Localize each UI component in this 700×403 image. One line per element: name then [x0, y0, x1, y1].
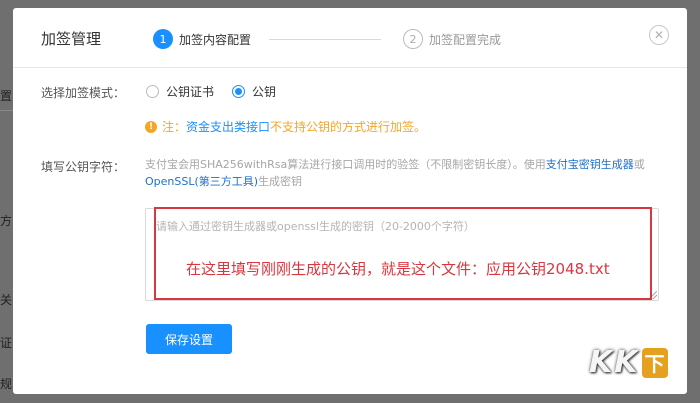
radio-label: 公钥 [252, 85, 277, 99]
exclamation-icon: ! [145, 120, 157, 133]
openssl-link[interactable]: OpenSSL(第三方工具) [145, 175, 258, 188]
step-connector [269, 39, 381, 40]
background-fragment: 规 [0, 377, 13, 391]
watermark-badge: 下 [641, 347, 668, 378]
watermark-letter: K [614, 345, 638, 380]
step-label: 加签配置完成 [429, 32, 502, 47]
radio-public-key[interactable]: 公钥 [232, 83, 276, 100]
close-icon[interactable]: ✕ [649, 25, 669, 45]
radio-public-key-certificate[interactable]: 公钥证书 [146, 83, 214, 100]
radio-circle-icon [146, 85, 159, 98]
step-content-config: 1 加签内容配置 [153, 29, 251, 49]
step-config-complete: 2 加签配置完成 [403, 29, 501, 49]
radio-label: 公钥证书 [166, 85, 215, 99]
step-label: 加签内容配置 [179, 32, 252, 47]
mode-label: 选择加签模式： [41, 86, 126, 100]
site-watermark: K K 下 [589, 345, 668, 380]
signing-management-dialog: 加签管理 1 加签内容配置 2 加签配置完成 ✕ 选择加签模式： 公钥证书 公钥… [13, 8, 687, 394]
background-divider [0, 110, 14, 111]
description-text: 支付宝会用SHA256withRsa算法进行接口调用时的验签（不限制密钥长度）。… [145, 158, 546, 171]
watermark-letter: K [589, 345, 613, 380]
save-settings-button[interactable]: 保存设置 [146, 324, 232, 354]
annotation-box [154, 207, 652, 300]
description-or: 或 [633, 158, 645, 171]
dialog-title: 加签管理 [41, 30, 102, 48]
description-end: 生成密钥 [258, 175, 303, 188]
background-fragment: 置 [0, 89, 13, 103]
fund-payout-api-link[interactable]: 资金支出类接口 [186, 118, 270, 135]
radio-circle-icon [232, 85, 245, 98]
dialog-header: 加签管理 1 加签内容配置 2 加签配置完成 ✕ [13, 8, 687, 68]
step-number: 2 [403, 29, 423, 49]
step-number: 1 [153, 29, 173, 49]
warning-note: ! 注： 资金支出类接口 不支持公钥的方式进行加签。 [145, 118, 426, 135]
key-generator-link[interactable]: 支付宝密钥生成器 [546, 158, 634, 171]
background-fragment: 方 [0, 214, 13, 228]
background-fragment: 证 [0, 336, 13, 350]
public-key-label: 填写公钥字符： [41, 160, 126, 174]
public-key-description: 支付宝会用SHA256withRsa算法进行接口调用时的验签（不限制密钥长度）。… [145, 156, 660, 190]
warning-prefix: 注： [162, 120, 187, 134]
background-fragment: 关 [0, 293, 13, 307]
warning-suffix: 不支持公钥的方式进行加签。 [270, 120, 427, 134]
annotation-text: 在这里填写刚刚生成的公钥，就是这个文件：应用公钥2048.txt [186, 260, 610, 278]
